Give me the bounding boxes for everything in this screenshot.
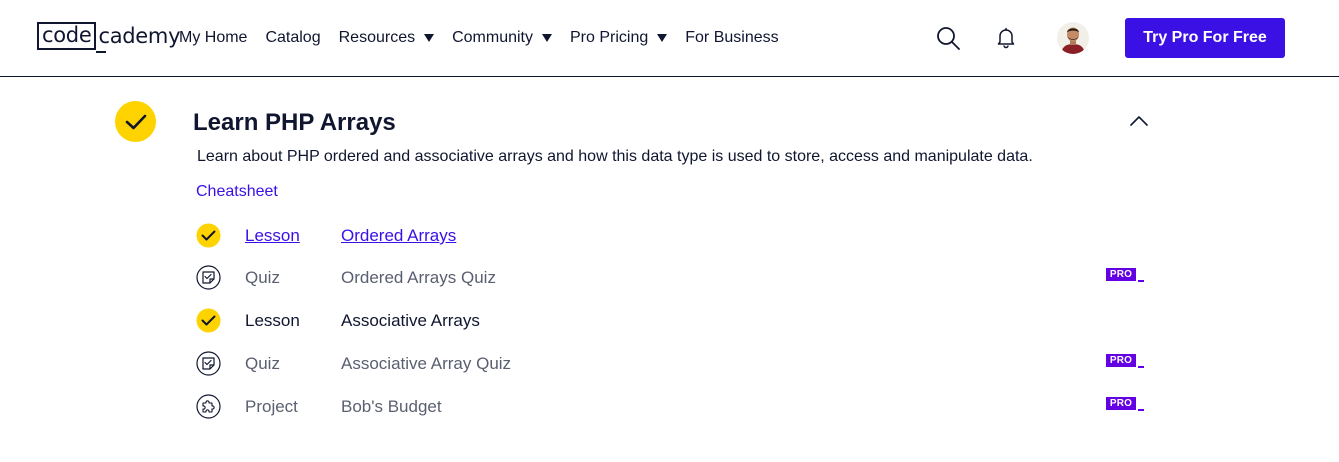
item-name-label: Ordered Arrays Quiz bbox=[341, 268, 496, 287]
module-title: Learn PHP Arrays bbox=[193, 109, 396, 136]
logo-rest-text: cademy bbox=[96, 23, 181, 53]
nav-pro-pricing-label: Pro Pricing bbox=[570, 29, 649, 46]
caret-down-icon bbox=[542, 34, 552, 42]
pro-badge: PRO bbox=[1106, 397, 1146, 413]
header-actions: Try Pro For Free bbox=[935, 0, 1285, 76]
nav-my-home[interactable]: My Home bbox=[179, 29, 247, 47]
item-type-label: Lesson bbox=[245, 311, 300, 330]
module-item-row[interactable]: Quiz Ordered Arrays Quiz PRO bbox=[196, 265, 1146, 293]
pro-badge-cursor bbox=[1138, 280, 1144, 282]
logo-cursor bbox=[96, 50, 107, 53]
logo-rest-label: cademy bbox=[98, 23, 181, 48]
nav-for-business[interactable]: For Business bbox=[685, 29, 778, 47]
nav-catalog-label: Catalog bbox=[265, 29, 321, 46]
nav-catalog[interactable]: Catalog bbox=[265, 29, 320, 47]
logo-box-text: code bbox=[37, 22, 97, 50]
user-avatar[interactable] bbox=[1057, 22, 1089, 54]
nav-community[interactable]: Community bbox=[452, 29, 552, 47]
top-navigation-bar: code cademy My Home Catalog Resources Co… bbox=[0, 0, 1339, 77]
try-pro-button[interactable]: Try Pro For Free bbox=[1125, 18, 1285, 58]
module-complete-check-icon bbox=[115, 101, 156, 142]
pro-badge-label: PRO bbox=[1106, 268, 1136, 281]
item-type-label: Project bbox=[245, 397, 298, 416]
quiz-icon bbox=[196, 351, 221, 376]
item-type-label: Quiz bbox=[245, 268, 280, 287]
nav-resources[interactable]: Resources bbox=[338, 29, 435, 47]
quiz-icon bbox=[196, 265, 221, 290]
search-icon[interactable] bbox=[935, 25, 961, 51]
nav-my-home-label: My Home bbox=[179, 29, 248, 46]
project-puzzle-icon bbox=[196, 394, 221, 419]
completed-check-icon bbox=[196, 223, 221, 248]
pro-badge-cursor bbox=[1138, 366, 1144, 368]
pro-badge-cursor bbox=[1138, 409, 1144, 411]
cheatsheet-link[interactable]: Cheatsheet bbox=[196, 183, 278, 201]
completed-check-icon bbox=[196, 308, 221, 333]
module-item-row[interactable]: Quiz Associative Array Quiz PRO bbox=[196, 351, 1146, 379]
module-item-row[interactable]: Lesson Associative Arrays bbox=[196, 308, 1146, 336]
module-item-row[interactable]: Lesson Ordered Arrays bbox=[196, 223, 1146, 251]
item-name-label: Bob's Budget bbox=[341, 397, 442, 416]
module-item-row[interactable]: Project Bob's Budget PRO bbox=[196, 394, 1146, 422]
pro-badge: PRO bbox=[1106, 354, 1146, 370]
nav-community-label: Community bbox=[452, 29, 533, 46]
nav-resources-label: Resources bbox=[338, 29, 416, 46]
pro-badge-label: PRO bbox=[1106, 397, 1136, 410]
item-name-label: Associative Arrays bbox=[341, 311, 480, 330]
item-type-label: Quiz bbox=[245, 354, 280, 373]
nav-pro-pricing[interactable]: Pro Pricing bbox=[570, 29, 668, 47]
bell-icon[interactable] bbox=[993, 25, 1019, 51]
item-type-link[interactable]: Lesson bbox=[245, 226, 300, 246]
caret-down-icon bbox=[424, 34, 435, 42]
item-name-label: Associative Array Quiz bbox=[341, 354, 512, 373]
nav-for-business-label: For Business bbox=[685, 29, 779, 46]
pro-badge-label: PRO bbox=[1106, 354, 1136, 367]
main-nav: My Home Catalog Resources Community Pro … bbox=[179, 0, 797, 76]
pro-badge: PRO bbox=[1106, 268, 1146, 284]
caret-down-icon bbox=[657, 34, 668, 42]
module-description: Learn about PHP ordered and associative … bbox=[197, 148, 1033, 165]
codecademy-logo[interactable]: code cademy bbox=[37, 22, 181, 53]
item-name-link[interactable]: Ordered Arrays bbox=[341, 226, 456, 246]
chevron-up-icon[interactable] bbox=[1129, 114, 1149, 128]
